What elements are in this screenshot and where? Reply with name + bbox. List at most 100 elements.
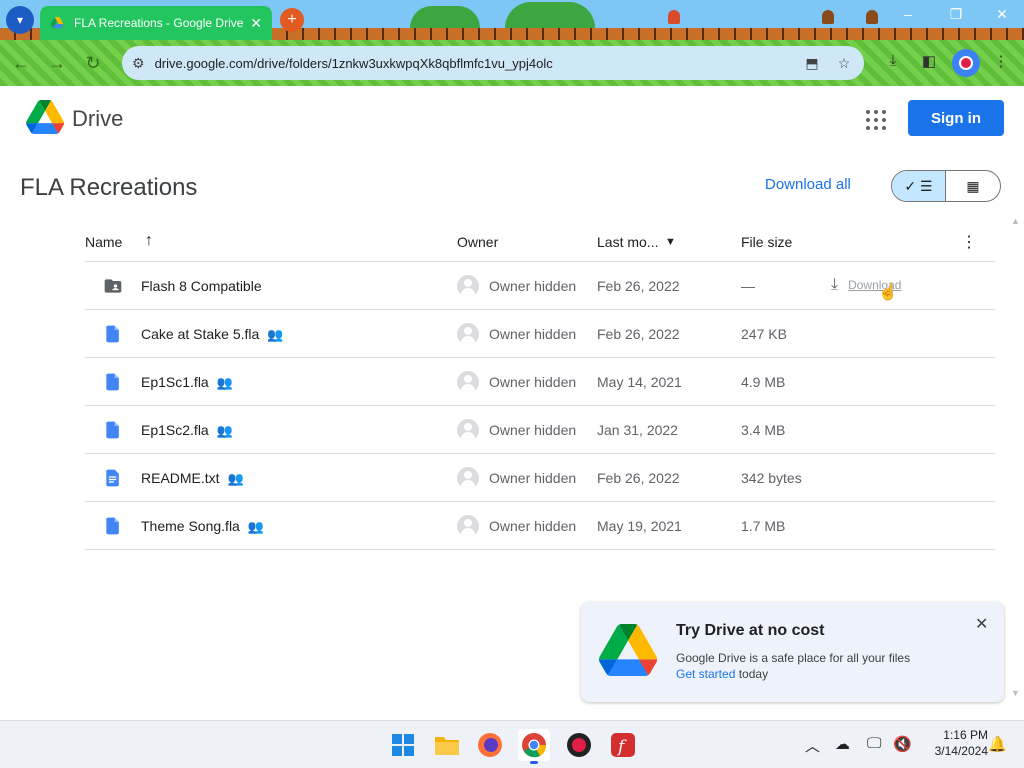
promo-card: Try Drive at no cost Google Drive is a s… — [581, 602, 1004, 702]
drive-brand-text: Drive — [72, 106, 124, 131]
table-row[interactable]: Ep1Sc1.fla 👥 Owner hidden May 14, 2021 4.… — [85, 358, 995, 406]
modified-date: Feb 26, 2022 — [597, 326, 680, 342]
sort-ascending-icon[interactable]: ↑ — [145, 232, 153, 250]
drive-favicon-icon — [50, 17, 64, 29]
more-options-icon[interactable]: ⋮ — [961, 232, 977, 252]
file-name[interactable]: Flash 8 Compatible — [141, 278, 262, 294]
forward-arrow-icon[interactable]: → — [46, 52, 68, 74]
get-started-link[interactable]: Get started — [676, 667, 735, 681]
file-name[interactable]: Cake at Stake 5.fla 👥 — [141, 326, 283, 343]
file-name[interactable]: Theme Song.fla 👥 — [141, 518, 264, 535]
owner-text: Owner hidden — [489, 518, 577, 534]
promo-cta-suffix: today — [735, 667, 769, 681]
side-panel-icon[interactable]: ◧ — [918, 52, 940, 70]
bookmark-star-icon[interactable]: ☆ — [836, 55, 852, 71]
download-icon: ⤓ — [831, 276, 839, 293]
owner-text: Owner hidden — [489, 374, 577, 390]
shared-people-icon: 👥 — [216, 375, 233, 391]
chrome-button[interactable] — [518, 729, 550, 764]
file-name[interactable]: Ep1Sc2.fla 👥 — [141, 422, 233, 439]
owner-avatar — [457, 419, 479, 441]
owner-avatar — [457, 323, 479, 345]
maximize-button[interactable]: ❐ — [936, 6, 976, 23]
show-hidden-icons-chevron-icon[interactable]: ︿ — [805, 735, 820, 756]
volume-muted-icon[interactable]: 🔇 — [893, 735, 912, 753]
taskbar: f ︿ ☁ 🖵 🔇 1:16 PM 3/14/2024 🔔 — [0, 720, 1024, 768]
grid-view-button[interactable]: ▦ — [946, 171, 1000, 201]
shared-people-icon: 👥 — [247, 519, 265, 535]
drive-logo-icon[interactable] — [26, 100, 64, 134]
tab-search-button[interactable]: ▾ — [6, 6, 34, 34]
promo-title: Try Drive at no cost — [676, 622, 825, 639]
download-all-button[interactable]: Download all — [765, 176, 851, 193]
table-row[interactable]: Ep1Sc2.fla 👥 Owner hidden Jan 31, 2022 3.… — [85, 406, 995, 454]
promo-description: Google Drive is a safe place for all you… — [676, 651, 911, 665]
menu-kebab-icon[interactable]: ⋮ — [990, 52, 1012, 70]
firefox-button[interactable] — [474, 729, 506, 761]
tab-close-icon[interactable]: ✕ — [250, 15, 262, 32]
google-apps-icon[interactable] — [866, 110, 886, 130]
sort-dropdown-icon[interactable]: ▼ — [665, 236, 676, 248]
site-info-icon[interactable]: ⚙ — [132, 55, 145, 72]
recorder-app-button[interactable] — [563, 729, 595, 761]
drive-header: Drive Sign in — [0, 86, 1024, 154]
column-name[interactable]: Name — [85, 234, 122, 250]
file-name[interactable]: Ep1Sc1.fla 👥 — [141, 374, 233, 391]
record-extension-icon[interactable] — [952, 49, 980, 77]
modified-date: Feb 26, 2022 — [597, 278, 680, 294]
system-clock[interactable]: 1:16 PM 3/14/2024 — [918, 727, 988, 759]
promo-close-icon[interactable]: ✕ — [975, 614, 988, 634]
file-name[interactable]: README.txt 👥 — [141, 470, 244, 487]
active-tab[interactable]: FLA Recreations - Google Drive ✕ — [40, 6, 272, 40]
flash-icon: f — [611, 733, 635, 757]
list-view-button[interactable]: ✓ ☰ — [892, 171, 947, 201]
owner-text: Owner hidden — [489, 422, 577, 438]
file-explorer-button[interactable] — [431, 729, 463, 761]
table-row[interactable]: Cake at Stake 5.fla 👥 Owner hidden Feb 26… — [85, 310, 995, 358]
promo-cta-line: Get started today — [676, 667, 768, 681]
minimize-button[interactable]: – — [888, 6, 928, 22]
chrome-icon — [522, 733, 547, 758]
install-app-icon[interactable]: ⬒ — [804, 55, 820, 71]
table-row[interactable]: Flash 8 Compatible Owner hidden Feb 26, … — [85, 262, 995, 310]
file-size: 342 bytes — [741, 470, 802, 486]
text-document-icon — [106, 469, 119, 487]
cloud-sync-icon[interactable]: ☁ — [835, 735, 850, 753]
network-icon[interactable]: 🖵 — [867, 735, 881, 752]
owner-avatar — [457, 515, 479, 537]
file-table-header: Name ↑ Owner Last mo... ▼ File size ⋮ — [85, 224, 995, 262]
clock-date: 3/14/2024 — [934, 744, 988, 758]
scroll-up-arrow[interactable]: ▲ — [1011, 216, 1020, 226]
browser-toolbar: ← → ↻ ⚙ drive.google.com/drive/folders/1… — [0, 40, 1024, 86]
downloads-icon[interactable]: ⤓ — [882, 52, 904, 69]
modified-date: Jan 31, 2022 — [597, 422, 678, 438]
column-last-modified[interactable]: Last mo... — [597, 234, 658, 250]
windows-logo-icon — [392, 734, 414, 756]
reload-icon[interactable]: ↻ — [82, 52, 104, 74]
owner-avatar — [457, 371, 479, 393]
shared-people-icon: 👥 — [216, 423, 233, 439]
owner-avatar — [457, 467, 479, 489]
flash-app-button[interactable]: f — [607, 729, 639, 761]
back-arrow-icon[interactable]: ← — [10, 52, 32, 74]
column-owner: Owner — [457, 234, 499, 250]
close-window-button[interactable]: ✕ — [982, 6, 1022, 23]
notification-bell-icon[interactable]: 🔔 — [988, 735, 1007, 753]
scroll-down-arrow[interactable]: ▼ — [1011, 688, 1020, 698]
grid-icon: ▦ — [966, 177, 980, 194]
table-row[interactable]: Theme Song.fla 👥 Owner hidden May 19, 202… — [85, 502, 995, 550]
sign-in-button[interactable]: Sign in — [908, 100, 1004, 136]
table-row[interactable]: README.txt 👥 Owner hidden Feb 26, 2022 34… — [85, 454, 995, 502]
shared-folder-icon — [104, 279, 122, 293]
clock-time: 1:16 PM — [943, 728, 988, 742]
check-icon: ✓ — [904, 177, 917, 194]
new-tab-button[interactable]: + — [280, 8, 304, 32]
start-button[interactable] — [387, 729, 419, 761]
address-bar[interactable]: ⚙ drive.google.com/drive/folders/1znkw3u… — [122, 46, 864, 80]
file-size: 3.4 MB — [741, 422, 786, 438]
shared-people-icon: 👥 — [267, 327, 284, 343]
file-size: 1.7 MB — [741, 518, 786, 534]
url-text[interactable]: drive.google.com/drive/folders/1znkw3uxk… — [155, 56, 553, 71]
theme-hill — [410, 6, 480, 28]
owner-text: Owner hidden — [489, 278, 577, 294]
